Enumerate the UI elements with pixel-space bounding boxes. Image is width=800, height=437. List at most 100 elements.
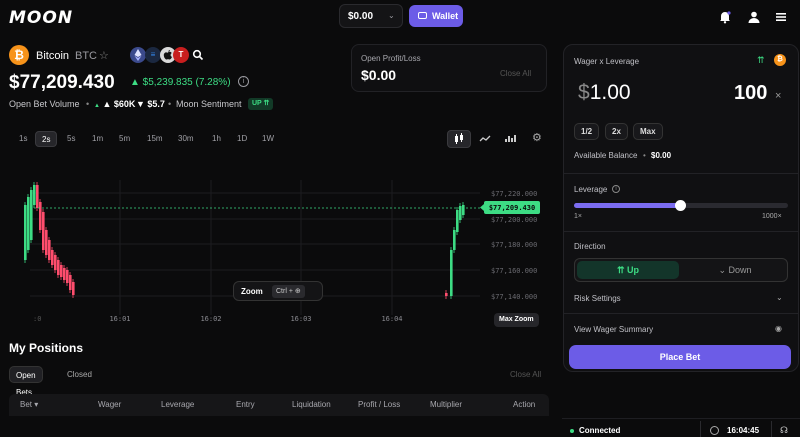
- view-wager-summary[interactable]: View Wager Summary: [574, 325, 653, 334]
- x-tick-label: 16:03: [290, 315, 311, 323]
- direction-toggle: ⇈ Up ⌄ Down: [574, 258, 788, 282]
- divider: [564, 231, 798, 232]
- wallet-button[interactable]: Wallet: [409, 5, 463, 27]
- price-chart[interactable]: $77,220.000 $77,200.000 $77,180.000 $77,160…: [0, 150, 548, 330]
- favorite-star-icon[interactable]: ☆: [99, 49, 109, 62]
- separator-dot: •: [168, 99, 172, 109]
- sentiment-badge: UP ⇈: [248, 98, 274, 110]
- search-icon[interactable]: [192, 49, 204, 61]
- candle: [57, 260, 60, 275]
- support-headset-icon[interactable]: ☊: [780, 425, 788, 436]
- bell-icon[interactable]: [718, 10, 732, 24]
- open-pl-label: Open Profit/Loss: [361, 54, 421, 63]
- candle: [63, 268, 66, 280]
- timeframe-1h[interactable]: 1h: [206, 131, 227, 147]
- close-all-button[interactable]: Close All: [500, 69, 531, 78]
- direction-down-button[interactable]: ⌄ Down: [685, 261, 785, 279]
- token-eth-icon[interactable]: [130, 47, 146, 63]
- zoom-hint: Zoom Ctrl + ⊕: [233, 281, 323, 301]
- token-tesla-icon[interactable]: T: [173, 47, 189, 63]
- candle: [30, 190, 33, 240]
- asset-price: $77,209.430: [9, 72, 115, 93]
- menu-icon[interactable]: [774, 10, 788, 24]
- connection-status: Connected: [579, 426, 621, 435]
- asset-symbol: BTC: [75, 50, 97, 62]
- leverage-slider-handle[interactable]: [674, 200, 686, 211]
- eye-icon[interactable]: ◉: [775, 324, 782, 333]
- timeframe-1m[interactable]: 1m: [86, 131, 109, 147]
- candle: [27, 197, 30, 250]
- asset-name[interactable]: Bitcoin: [36, 50, 69, 62]
- max-wager-button[interactable]: Max: [633, 123, 663, 140]
- candle: [453, 230, 456, 250]
- close-all-positions-button[interactable]: Close All: [510, 370, 541, 379]
- slider-min-label: 1×: [574, 213, 582, 220]
- zoom-label: Zoom: [241, 287, 263, 296]
- y-tick-label: $77,220.000: [491, 190, 537, 198]
- tab-open-bets[interactable]: Open Bets: [9, 366, 43, 397]
- candle: [456, 210, 459, 232]
- balance-dropdown[interactable]: $0.00 ⌄: [339, 4, 403, 28]
- token-solana-icon[interactable]: ≡: [145, 47, 161, 63]
- chevron-down-icon[interactable]: ⌄: [776, 293, 783, 302]
- candle: [48, 240, 51, 260]
- timeframe-1D[interactable]: 1D: [231, 131, 253, 147]
- volume-up-value: ▲ $60K: [102, 99, 136, 109]
- timeframe-2s[interactable]: 2s: [35, 131, 58, 147]
- candle: [450, 250, 453, 296]
- tab-closed[interactable]: Closed: [61, 366, 98, 383]
- x-tick-label: 16:01: [109, 315, 130, 323]
- place-bet-button[interactable]: Place Bet: [569, 345, 791, 369]
- x-tick-label: 16:02: [200, 315, 221, 323]
- col-leverage: Leverage: [161, 400, 195, 409]
- positions-table-header: Bet ▾ Wager Leverage Entry Liquidation P…: [9, 394, 549, 416]
- leverage-input[interactable]: 100: [734, 82, 767, 105]
- candlestick-chart-icon[interactable]: [447, 130, 471, 148]
- timeframe-15m[interactable]: 15m: [141, 131, 169, 147]
- top-bar: MOON $0.00 ⌄ Wallet: [0, 0, 800, 34]
- timeframe-5m[interactable]: 5m: [113, 131, 136, 147]
- separator-dot: •: [86, 99, 90, 109]
- user-icon[interactable]: [747, 10, 761, 24]
- half-wager-button[interactable]: 1/2: [574, 123, 600, 140]
- bar-chart-icon[interactable]: [499, 130, 523, 148]
- candle: [24, 205, 27, 260]
- wager-value: 1.00: [589, 81, 631, 104]
- double-wager-button[interactable]: 2x: [605, 123, 628, 140]
- direction-up-button[interactable]: ⇈ Up: [577, 261, 679, 279]
- available-balance-value: $0.00: [651, 151, 672, 160]
- divider: [700, 421, 701, 437]
- current-price-arrow: [480, 204, 484, 211]
- volume-up: ▲ ▲ $60K: [94, 99, 136, 109]
- risk-settings-toggle[interactable]: Risk Settings: [574, 294, 621, 303]
- max-zoom-button[interactable]: Max Zoom: [494, 313, 539, 327]
- line-chart-icon[interactable]: [473, 130, 497, 148]
- y-tick-label: $77,180.000: [491, 241, 537, 249]
- wager-input[interactable]: $1.00: [578, 81, 631, 105]
- open-pl-value: $0.00: [361, 67, 397, 83]
- info-icon[interactable]: i: [238, 76, 249, 87]
- y-tick-label: $77,200.000: [491, 216, 537, 224]
- chart-type-selector: [447, 130, 525, 148]
- candle: [69, 275, 72, 290]
- leverage-unit: ×: [775, 90, 782, 102]
- wager-currency: $: [578, 81, 590, 104]
- candle: [445, 293, 448, 296]
- x-tick-label: 16:04: [381, 315, 402, 323]
- y-tick-label: $77,140.000: [491, 293, 537, 301]
- info-icon[interactable]: i: [612, 185, 620, 193]
- col-bet[interactable]: Bet ▾: [20, 400, 38, 409]
- open-bet-volume-label: Open Bet Volume: [9, 99, 80, 109]
- timeframe-30m[interactable]: 30m: [172, 131, 200, 147]
- timeframe-1W[interactable]: 1W: [256, 131, 280, 147]
- leverage-slider[interactable]: [574, 200, 788, 211]
- moon-logo[interactable]: MOON: [9, 8, 73, 28]
- timeframe-5s[interactable]: 5s: [61, 131, 81, 147]
- clock-icon: [710, 426, 719, 435]
- zoom-shortcut: Ctrl + ⊕: [272, 285, 305, 298]
- timeframe-1s[interactable]: 1s: [13, 131, 33, 147]
- wallet-icon: [418, 12, 427, 19]
- y-tick-label: $77,160.000: [491, 267, 537, 275]
- col-profit-loss: Profit / Loss: [358, 400, 401, 409]
- chart-settings-icon[interactable]: ⚙: [532, 131, 542, 144]
